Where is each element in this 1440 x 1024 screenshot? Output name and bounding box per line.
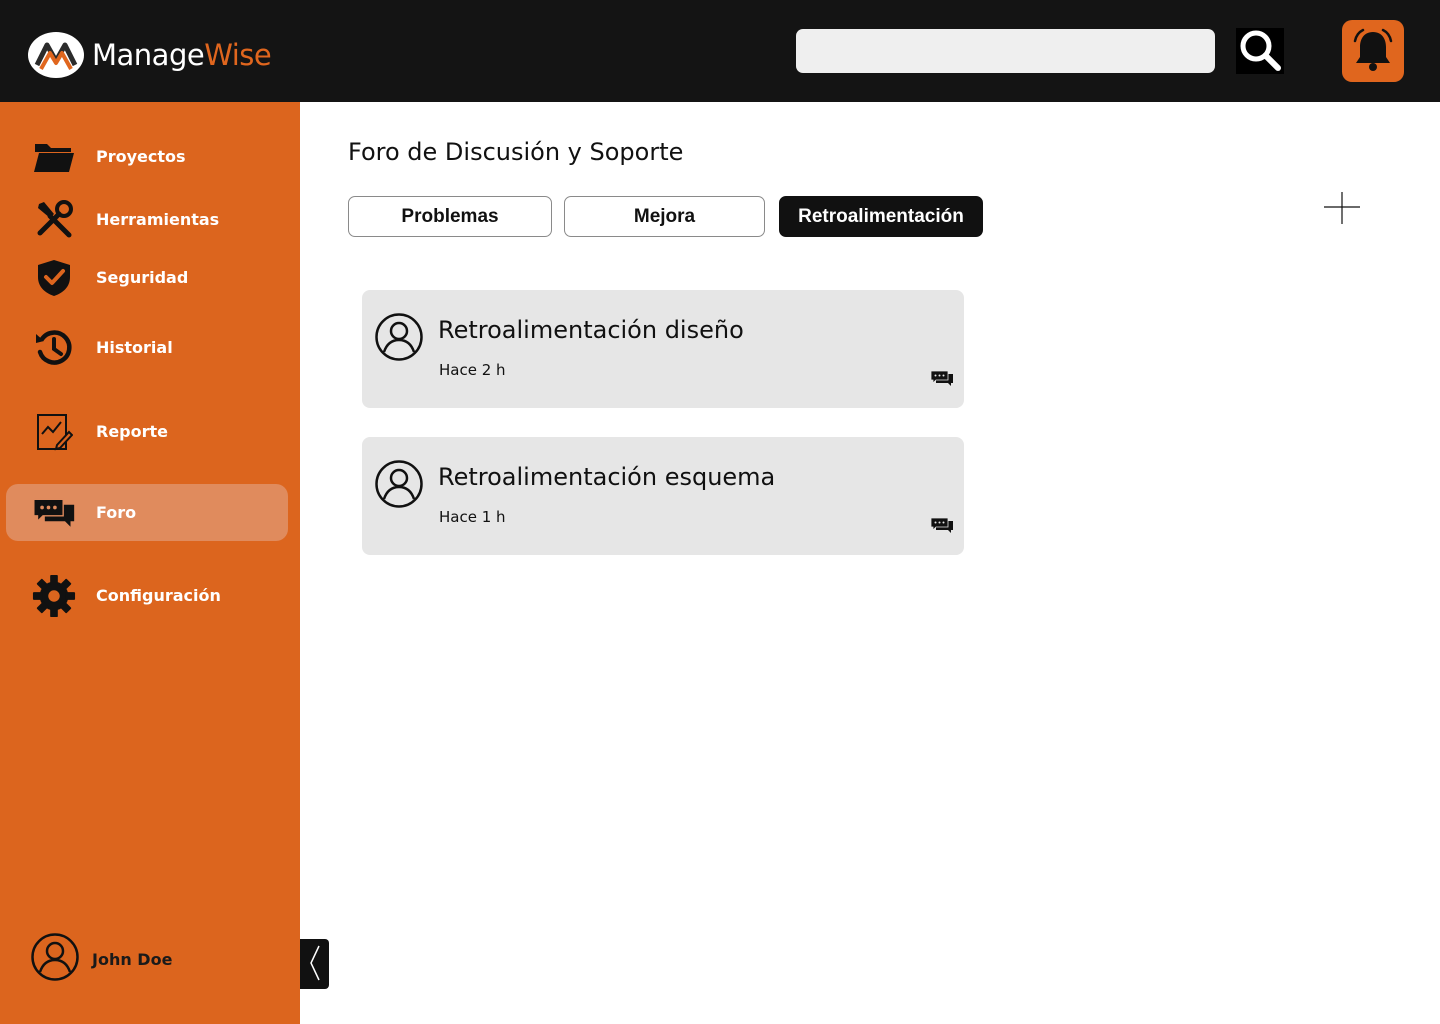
sidebar-item-label: Reporte: [96, 422, 169, 441]
tab-mejora[interactable]: Mejora: [564, 196, 765, 237]
sidebar-item-label: Historial: [96, 338, 173, 357]
sidebar-item-seguridad[interactable]: Seguridad: [6, 249, 288, 306]
top-bar: ManageWise: [0, 0, 1440, 102]
post-avatar-icon: [374, 312, 424, 362]
chevron-left-icon: [308, 944, 322, 985]
logo-text: ManageWise: [92, 38, 272, 72]
post-title: Retroalimentación diseño: [438, 316, 744, 344]
sidebar-item-herramientas[interactable]: Herramientas: [6, 191, 288, 248]
forum-post[interactable]: Retroalimentación esquema Hace 1 h: [362, 437, 964, 555]
logo-text-wise: Wise: [204, 38, 272, 72]
sidebar-item-label: Configuración: [96, 586, 221, 605]
user-avatar-icon: [30, 932, 80, 986]
post-avatar-icon: [374, 459, 424, 509]
search-icon: [1237, 27, 1283, 76]
plus-icon: [1322, 192, 1362, 229]
logo[interactable]: ManageWise: [28, 32, 272, 78]
comments-icon[interactable]: [930, 517, 954, 535]
comments-icon[interactable]: [930, 370, 954, 388]
user-name: John Doe: [92, 949, 173, 969]
add-post-button[interactable]: [1322, 190, 1362, 226]
post-time: Hace 1 h: [439, 508, 506, 526]
notifications-button[interactable]: [1342, 20, 1404, 82]
report-icon: [32, 410, 76, 454]
tab-problemas[interactable]: Problemas: [348, 196, 552, 237]
sidebar-item-proyectos[interactable]: Proyectos: [6, 128, 288, 185]
page-title: Foro de Discusión y Soporte: [348, 138, 684, 166]
sidebar-item-label: Foro: [96, 503, 137, 522]
sidebar-item-configuracion[interactable]: Configuración: [6, 567, 288, 624]
search-input[interactable]: [796, 29, 1215, 73]
collapse-sidebar-button[interactable]: [300, 939, 329, 989]
sidebar-item-label: Herramientas: [96, 210, 220, 229]
sidebar: Proyectos Herramientas Seguridad Histori…: [0, 102, 300, 1024]
sidebar-item-label: Seguridad: [96, 268, 189, 287]
history-icon: [32, 326, 76, 370]
gear-icon: [32, 574, 76, 618]
sidebar-item-reporte[interactable]: Reporte: [6, 403, 288, 460]
folder-icon: [32, 135, 76, 179]
sidebar-item-historial[interactable]: Historial: [6, 319, 288, 376]
sidebar-item-foro[interactable]: Foro: [6, 484, 288, 541]
post-title: Retroalimentación esquema: [438, 463, 776, 491]
shield-icon: [32, 256, 76, 300]
chat-icon: [32, 491, 76, 535]
bell-icon: [1351, 27, 1395, 76]
forum-post[interactable]: Retroalimentación diseño Hace 2 h: [362, 290, 964, 408]
logo-text-manage: Manage: [92, 38, 205, 72]
user-profile[interactable]: John Doe: [30, 932, 172, 986]
tab-retroalimentacion[interactable]: Retroalimentación: [779, 196, 983, 237]
logo-mark-icon: [28, 32, 84, 78]
sidebar-item-label: Proyectos: [96, 147, 186, 166]
search-button[interactable]: [1236, 28, 1284, 74]
tools-icon: [32, 198, 76, 242]
post-time: Hace 2 h: [439, 361, 506, 379]
